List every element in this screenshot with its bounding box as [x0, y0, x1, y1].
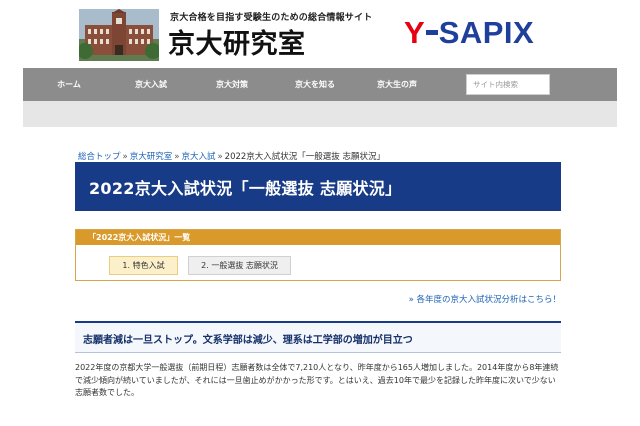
breadcrumb-link-top[interactable]: 総合トップ: [78, 152, 121, 162]
article-body-paragraph: 2022年度の京都大学一般選抜（前期日程）志願者数は全体で7,210人となり、昨…: [75, 363, 559, 397]
ysapix-logo-sapix: SAPIX: [438, 14, 535, 50]
breadcrumb-link-exam[interactable]: 京大入試: [181, 152, 215, 162]
toc-item-tokushoku[interactable]: 1. 特色入試: [109, 256, 178, 275]
site-search-input[interactable]: サイト内検索: [466, 74, 550, 95]
breadcrumb: 総合トップ» 京大研究室» 京大入試» 2022京大入試状況「一般選抜 志願状況」: [78, 150, 385, 162]
past-analysis-link[interactable]: » 各年度の京大入試状況分析はこちら！: [409, 293, 561, 305]
main-nav: ホーム 京大入試 京大対策 京大を知る 京大生の声 サイト内検索: [23, 68, 617, 101]
page-title: 2022京大入試状況「一般選抜 志願状況」: [89, 179, 402, 198]
nav-item-home[interactable]: ホーム: [23, 68, 115, 101]
breadcrumb-separator: »: [122, 152, 128, 162]
section-heading-text: 志願者減は一旦ストップ。文系学部は減少、理系は工学部の増加が目立つ: [83, 335, 413, 346]
article-series-toc: 「2022京大入試状況」一覧 1. 特色入試 2. 一般選抜 志願状況: [75, 229, 561, 281]
breadcrumb-separator: »: [174, 152, 180, 162]
toc-item-general-applicants[interactable]: 2. 一般選抜 志願状況: [188, 256, 291, 275]
nav-item-exam[interactable]: 京大入試: [105, 68, 197, 101]
site-name[interactable]: 京大研究室: [168, 22, 306, 61]
breadcrumb-link-kyodai-lab[interactable]: 京大研究室: [130, 152, 173, 162]
toc-header: 「2022京大入試状況」一覧: [76, 230, 560, 245]
breadcrumb-current: 2022京大入試状況「一般選抜 志願状況」: [224, 152, 385, 162]
section-heading: 志願者減は一旦ストップ。文系学部は減少、理系は工学部の増加が目立つ: [75, 321, 561, 353]
ysapix-logo[interactable]: Y SAPIX: [404, 15, 534, 49]
ysapix-logo-dash: [425, 29, 438, 35]
university-building-photo[interactable]: [79, 9, 159, 61]
ysapix-logo-y: Y: [404, 14, 425, 50]
site-header: 京大合格を目指す受験生のための総合情報サイト 京大研究室 Y SAPIX: [0, 0, 640, 68]
breadcrumb-separator: »: [217, 152, 223, 162]
nav-item-about[interactable]: 京大を知る: [269, 68, 361, 101]
nav-item-prep[interactable]: 京大対策: [186, 68, 278, 101]
nav-subbar: [23, 101, 617, 127]
page-title-banner: 2022京大入試状況「一般選抜 志願状況」: [75, 162, 561, 211]
nav-item-voices[interactable]: 京大生の声: [351, 68, 443, 101]
